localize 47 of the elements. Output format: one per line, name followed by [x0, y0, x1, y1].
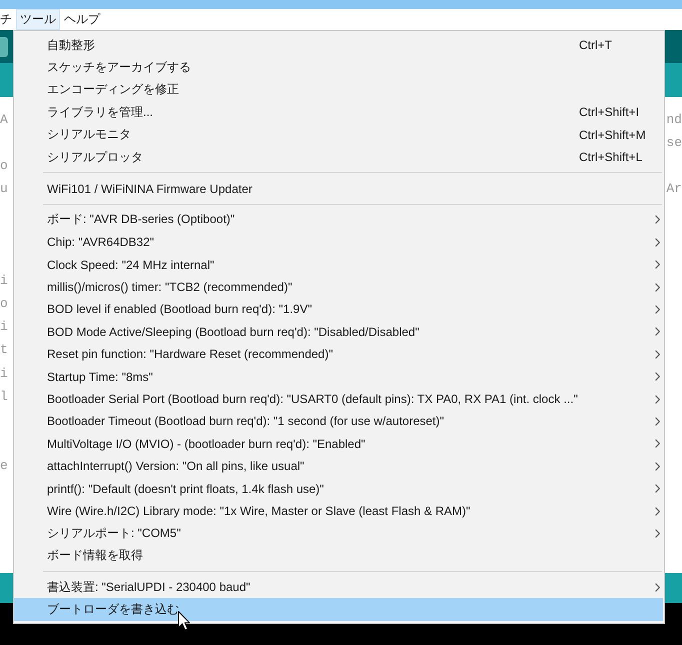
- code-text: Ar: [666, 180, 682, 198]
- menu-item[interactable]: Bootloader Timeout (Bootload burn req'd): "1 second (for use w/autoreset)": [14, 410, 663, 433]
- shortcut-text: Ctrl+T: [579, 38, 613, 52]
- menu-item[interactable]: ブートローダを書き込む: [14, 598, 663, 621]
- menu-item[interactable]: シリアルプロッタ Ctrl+Shift+L: [14, 146, 663, 168]
- code-text: t: [0, 341, 8, 360]
- menu-item[interactable]: Clock Speed: "24 MHz internal": [14, 254, 663, 276]
- menu-item[interactable]: Startup Time: "8ms": [14, 365, 663, 388]
- code-text: i: [0, 364, 8, 383]
- code-text: i: [0, 318, 8, 336]
- menu-item[interactable]: Bootloader Serial Port (Bootload burn req'd): "USART0 (default pins): TX PA0, RX PA1 (int. clock ...": [14, 388, 663, 410]
- menu-item[interactable]: Reset pin function: "Hardware Reset (recommended)": [14, 343, 663, 366]
- menu-item[interactable]: Chip: "AVR64DB32": [14, 231, 663, 254]
- mouse-pointer-icon: [178, 611, 190, 631]
- menu-item[interactable]: ボード情報を取得: [14, 544, 663, 567]
- shortcut-text: Ctrl+Shift+M: [579, 128, 647, 142]
- menu-item[interactable]: attachInterrupt() Version: "On all pins, like usual": [14, 455, 663, 478]
- menu-item[interactable]: printf(): "Default (doesn't print floats, 1.4k flash use)": [14, 477, 663, 500]
- menu-item[interactable]: WiFi101 / WiFiNINA Firmware Updater: [14, 177, 663, 200]
- code-text: e: [0, 456, 8, 475]
- shortcut-text: Ctrl+Shift+L: [579, 150, 644, 164]
- code-text: l: [0, 388, 8, 406]
- code-text: o: [0, 156, 8, 175]
- code-text: o: [0, 295, 8, 314]
- menu-item[interactable]: エンコーディングを修正: [14, 78, 663, 102]
- shortcut-text: Ctrl+Shift+I: [579, 105, 640, 120]
- toolbar-button[interactable]: [0, 37, 8, 57]
- menu-item[interactable]: シリアルポート: "COM5": [14, 522, 663, 545]
- menu-item[interactable]: シリアルモニタ Ctrl+Shift+M: [14, 124, 663, 146]
- menu-item[interactable]: ライブラリを管理... Ctrl+Shift+I: [14, 101, 663, 124]
- menu-item[interactable]: 自動整形 Ctrl+T: [14, 34, 663, 56]
- menu-bar-item[interactable]: ツール: [16, 9, 60, 30]
- menu-bar-item[interactable]: ヘルプ: [60, 9, 104, 30]
- code-text: A: [0, 110, 8, 128]
- menu-item[interactable]: MultiVoltage I/O (MVIO) - (bootloader burn req'd): "Enabled": [14, 432, 663, 456]
- menu-bar-item[interactable]: チ: [0, 9, 16, 30]
- code-text: se: [666, 134, 682, 152]
- code-text: u: [0, 180, 8, 198]
- menu-item[interactable]: ボード: "AVR DB-series (Optiboot)": [14, 208, 663, 232]
- code-text: nd: [666, 110, 682, 128]
- menu-item[interactable]: 書込装置: "SerialUPDI - 230400 baud": [14, 576, 663, 598]
- menu-item[interactable]: BOD level if enabled (Bootload burn req'd): "1.9V": [14, 298, 663, 321]
- menu-item[interactable]: スケッチをアーカイブする: [14, 56, 663, 79]
- menu-item[interactable]: Wire (Wire.h/I2C) Library mode: "1x Wire, Master or Slave (least Flash & RAM)": [14, 500, 663, 522]
- code-text: i: [0, 272, 8, 290]
- menu-item[interactable]: millis()/micros() timer: "TCB2 (recommended)": [14, 276, 663, 298]
- menu-item[interactable]: BOD Mode Active/Sleeping (Bootload burn req'd): "Disabled/Disabled": [14, 320, 663, 344]
